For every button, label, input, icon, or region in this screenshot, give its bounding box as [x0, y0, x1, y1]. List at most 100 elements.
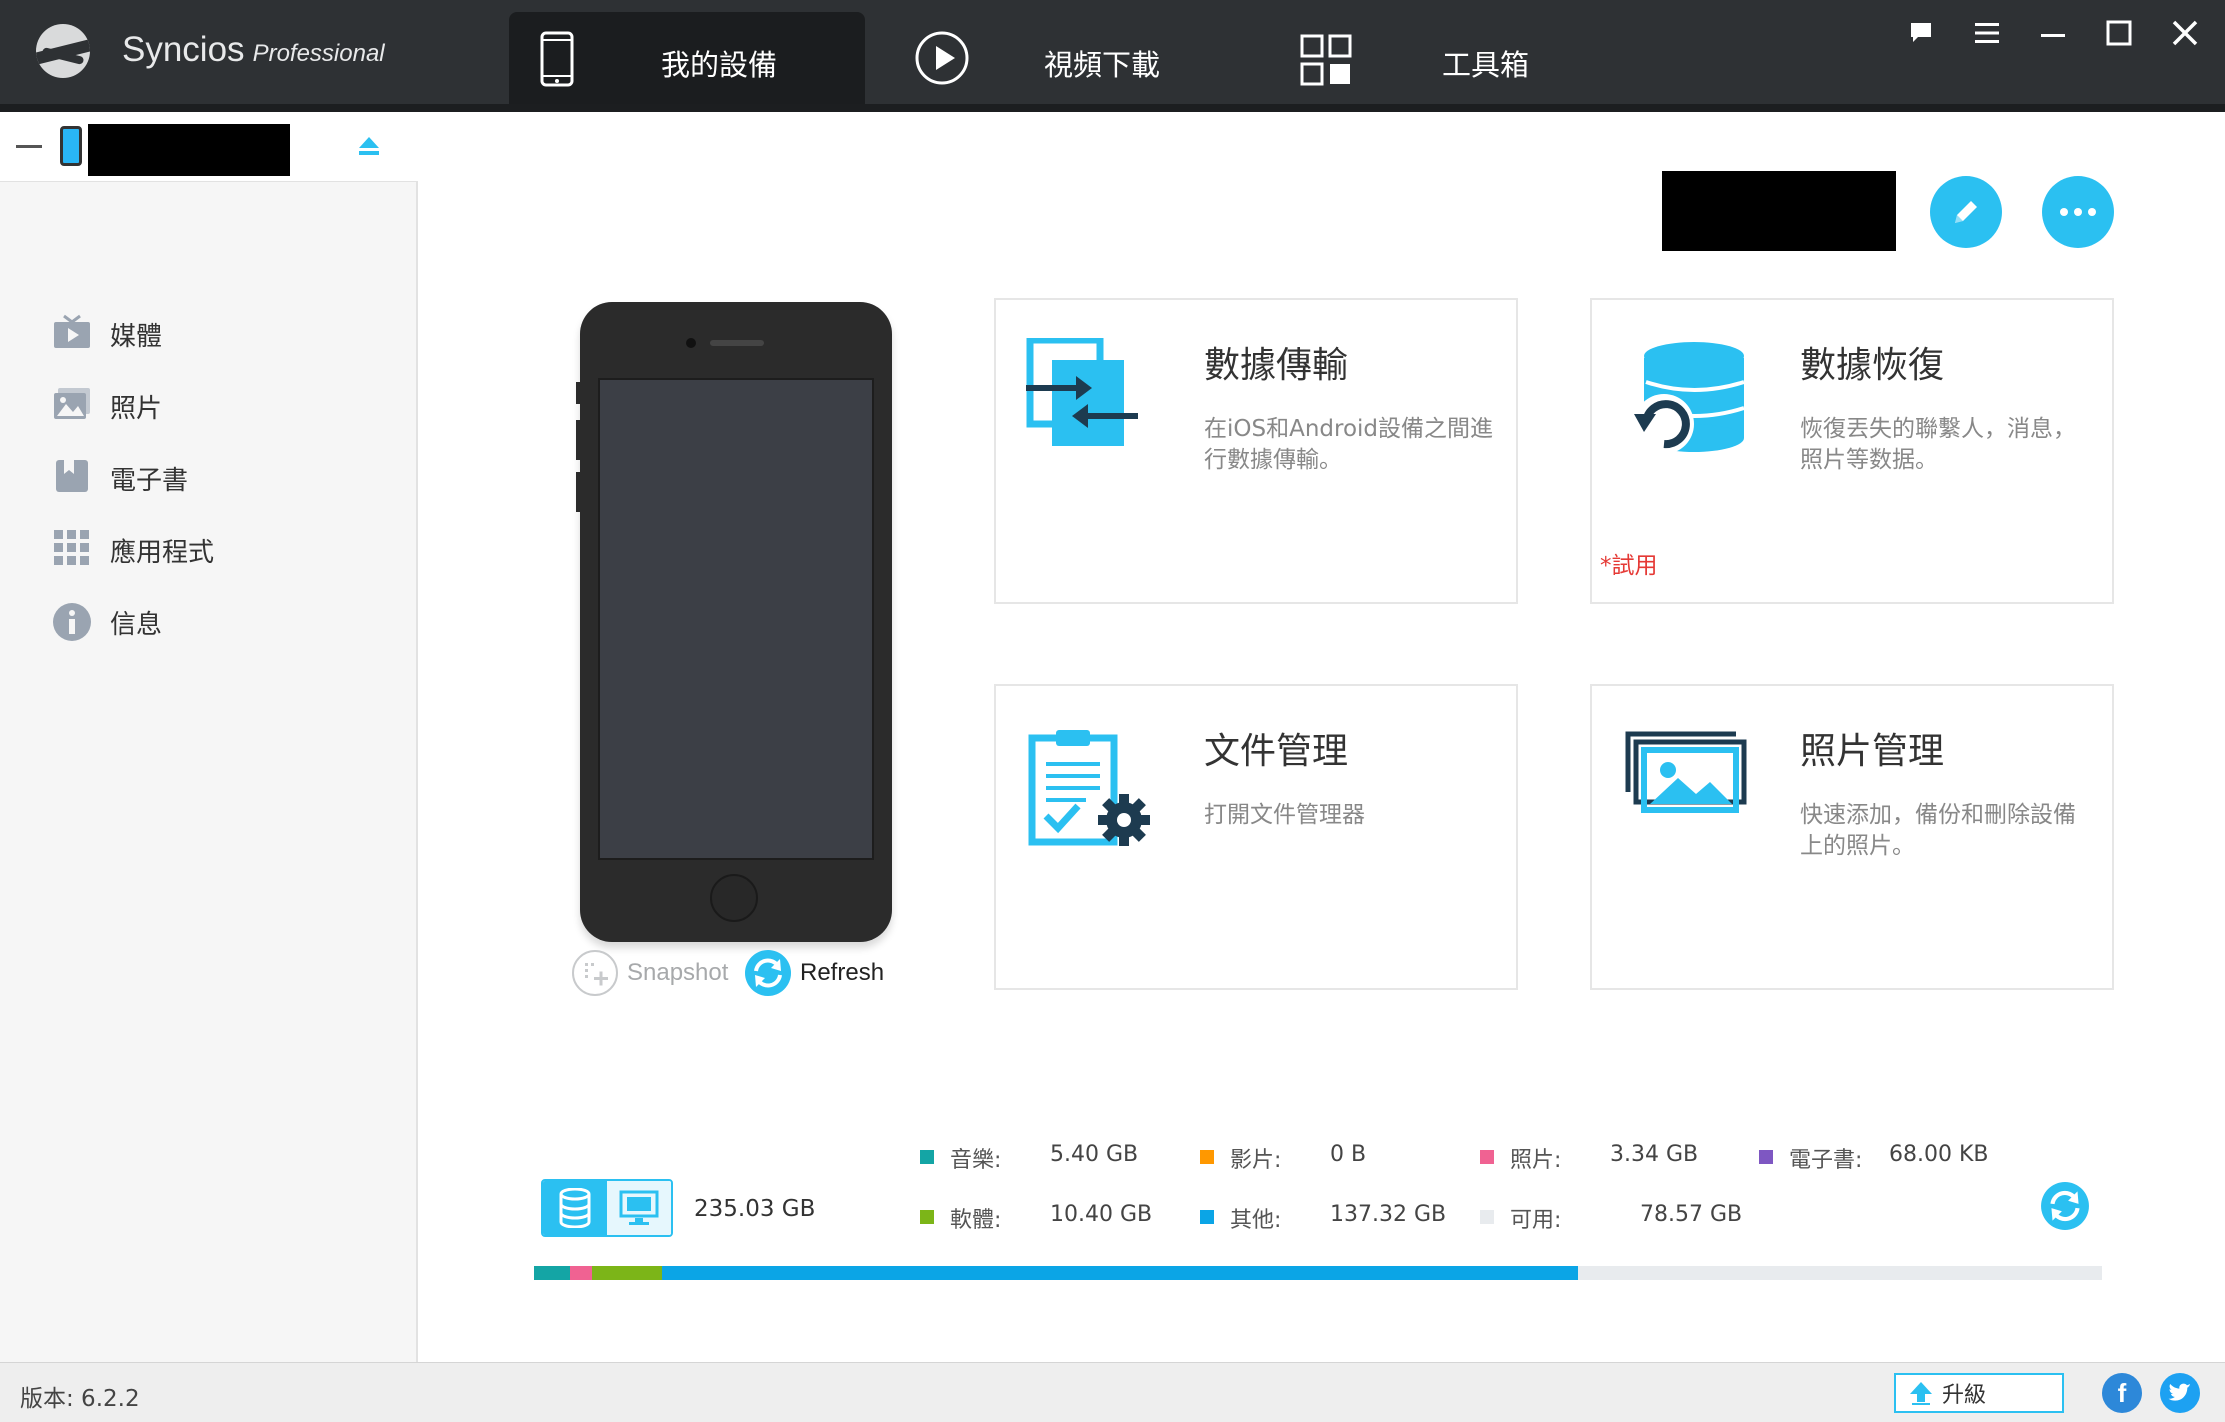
- legend-label: 照片:: [1510, 1148, 1562, 1173]
- info-icon: [52, 602, 92, 641]
- storage-segment-other: [661, 1266, 1578, 1280]
- device-selector[interactable]: [0, 112, 418, 182]
- media-icon: [52, 314, 92, 350]
- photo-manager-card[interactable]: 照片管理 快速添加，備份和刪除設備上的照片。: [1590, 684, 2114, 990]
- chat-icon[interactable]: [1904, 16, 1938, 50]
- legend-label: 可用:: [1510, 1208, 1562, 1233]
- syncios-logo-icon: [36, 24, 90, 78]
- refresh-icon: [745, 950, 791, 996]
- legend-swatch: [1200, 1150, 1214, 1164]
- legend-value: 137.32 GB: [1330, 1202, 1447, 1227]
- device-preview: [576, 302, 892, 942]
- legend-value: 5.40 GB: [1050, 1142, 1139, 1167]
- legend-music: 音樂: 5.40 GB: [920, 1142, 1160, 1173]
- close-icon[interactable]: [2168, 16, 2202, 50]
- legend-software: 軟體: 10.40 GB: [920, 1202, 1160, 1233]
- sidebar-item-info[interactable]: 信息: [0, 590, 418, 650]
- sidebar-item-ebooks[interactable]: 電子書: [0, 446, 418, 506]
- tab-label: 視頻下載: [1044, 48, 1161, 82]
- minimize-icon[interactable]: [2036, 16, 2070, 50]
- computer-icon[interactable]: [607, 1181, 671, 1235]
- phone-speaker: [710, 340, 764, 346]
- collapse-icon[interactable]: [16, 145, 42, 148]
- legend-label: 其他:: [1230, 1208, 1282, 1233]
- legend-value: 68.00 KB: [1889, 1142, 1989, 1167]
- maximize-icon[interactable]: [2102, 16, 2136, 50]
- legend-swatch: [1480, 1150, 1494, 1164]
- apps-icon: [52, 530, 92, 566]
- refresh-button[interactable]: Refresh: [744, 949, 884, 997]
- phone-camera: [686, 338, 696, 348]
- grid-icon: [1300, 34, 1352, 90]
- device-name-redacted: [88, 124, 290, 176]
- data-transfer-icon: [1026, 336, 1156, 468]
- storage-segment-free: [1577, 1266, 2102, 1280]
- legend-swatch: [920, 1210, 934, 1224]
- ellipsis-icon: [2060, 208, 2096, 216]
- photo-manager-icon: [1622, 724, 1752, 854]
- trial-badge: *試用: [1600, 553, 1658, 579]
- sidebar-item-media[interactable]: 媒體: [0, 302, 418, 362]
- facebook-icon[interactable]: f: [2102, 1373, 2142, 1413]
- title-bar-divider: [0, 104, 2225, 112]
- tab-label: 工具箱: [1442, 48, 1530, 82]
- card-description: 恢復丟失的聯繫人，消息，照片等数据。: [1800, 416, 2076, 473]
- status-bar: 版本: 6.2.2 升級 f: [0, 1362, 2225, 1422]
- file-manager-card[interactable]: 文件管理 打開文件管理器: [994, 684, 1518, 990]
- data-recovery-card[interactable]: 數據恢復 恢復丟失的聯繫人，消息，照片等数据。 *試用: [1590, 298, 2114, 604]
- panel-pointer: [404, 132, 420, 164]
- card-description: 快速添加，備份和刪除設備上的照片。: [1800, 802, 2076, 859]
- database-icon[interactable]: [543, 1181, 607, 1235]
- card-title: 數據恢復: [1800, 345, 1945, 386]
- legend-available: 可用: 78.57 GB: [1480, 1202, 1743, 1233]
- phone-icon: [539, 30, 575, 92]
- storage-refresh-button[interactable]: [2040, 1181, 2090, 1231]
- menu-icon[interactable]: [1970, 16, 2004, 50]
- legend-label: 軟體:: [950, 1208, 1002, 1233]
- tab-video-download[interactable]: 視頻下載: [900, 12, 1200, 104]
- storage-total: 235.03 GB: [694, 1196, 816, 1222]
- eject-icon[interactable]: [358, 136, 380, 156]
- device-info-redacted: [1662, 171, 1896, 251]
- upgrade-arrow-icon: [1910, 1382, 1932, 1405]
- legend-ebooks: 電子書: 68.00 KB: [1759, 1142, 2039, 1173]
- legend-swatch: [1480, 1210, 1494, 1224]
- tab-my-device[interactable]: 我的設備: [509, 12, 865, 104]
- app-title: Syncios Professional: [122, 30, 385, 70]
- snapshot-button[interactable]: Snapshot: [571, 949, 728, 997]
- legend-photos: 照片: 3.34 GB: [1480, 1142, 1720, 1173]
- sidebar-item-apps[interactable]: 應用程式: [0, 518, 418, 578]
- snapshot-label: Snapshot: [627, 959, 729, 986]
- phone-screen: [598, 378, 874, 860]
- legend-value: 78.57 GB: [1640, 1202, 1743, 1227]
- file-manager-icon: [1026, 724, 1156, 854]
- legend-value: 10.40 GB: [1050, 1202, 1153, 1227]
- legend-value: 3.34 GB: [1610, 1142, 1699, 1167]
- storage-segment-software: [592, 1266, 662, 1280]
- legend-label: 電子書:: [1789, 1148, 1863, 1173]
- storage-source-toggle[interactable]: [541, 1179, 673, 1237]
- data-transfer-card[interactable]: 數據傳輸 在iOS和Android設備之間進行數據傳輸。: [994, 298, 1518, 604]
- title-bar: Syncios Professional 我的設備 視頻下載 工具箱: [0, 0, 2225, 104]
- legend-swatch: [1759, 1150, 1773, 1164]
- app-name: Syncios: [122, 30, 245, 69]
- storage-segment-music: [534, 1266, 571, 1280]
- tab-label: 我的設備: [661, 48, 778, 82]
- card-description: 在iOS和Android設備之間進行數據傳輸。: [1204, 416, 1494, 473]
- sidebar: 媒體 照片 電子書 應用程式 信息: [0, 112, 420, 1362]
- sidebar-item-label: 照片: [110, 394, 163, 424]
- sidebar-item-photos[interactable]: 照片: [0, 374, 418, 434]
- sidebar-item-label: 電子書: [110, 466, 189, 496]
- refresh-label: Refresh: [800, 959, 885, 986]
- phone-home-button: [710, 874, 758, 922]
- tab-toolbox[interactable]: 工具箱: [1290, 12, 1590, 104]
- more-options-button[interactable]: [2042, 176, 2114, 248]
- legend-label: 影片:: [1230, 1148, 1282, 1173]
- phone-volume-down: [576, 472, 580, 512]
- legend-value: 0 B: [1330, 1142, 1367, 1167]
- legend-swatch: [1200, 1210, 1214, 1224]
- edit-button[interactable]: [1930, 176, 2002, 248]
- upgrade-button[interactable]: 升級: [1894, 1373, 2064, 1413]
- photos-icon: [52, 386, 92, 422]
- twitter-icon[interactable]: [2160, 1373, 2200, 1413]
